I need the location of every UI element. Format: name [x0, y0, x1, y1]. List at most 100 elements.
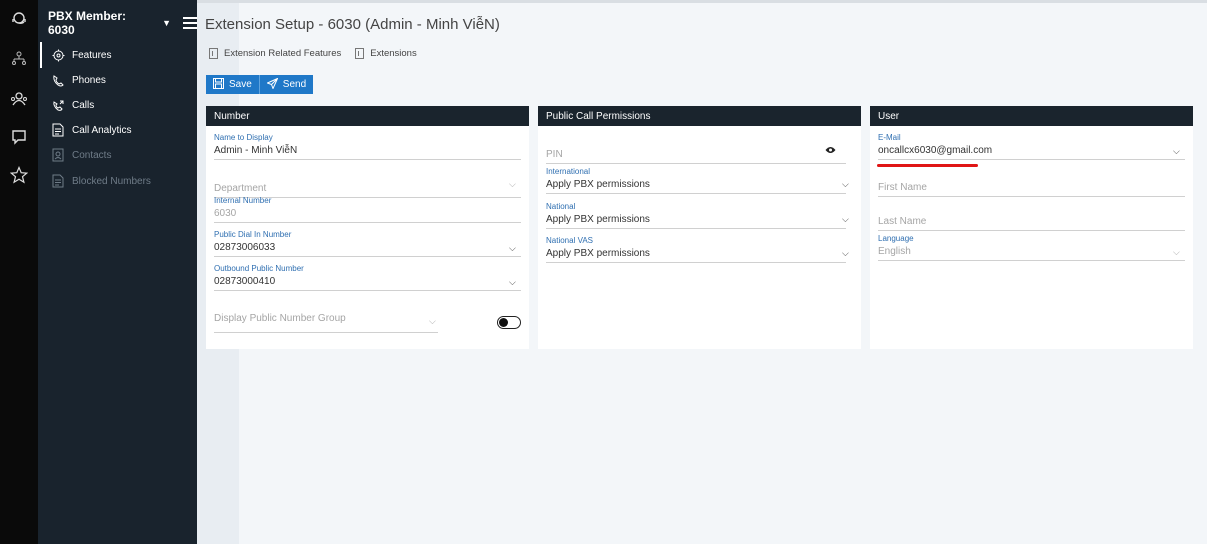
features-icon — [50, 49, 66, 62]
sidebar-item-contacts: Contacts — [38, 145, 197, 165]
name-to-display-field[interactable]: Name to Display Admin - Minh ViễN — [214, 133, 521, 160]
chevron-down-icon[interactable]: ⌵ — [842, 179, 849, 190]
number-panel: Number Name to Display Admin - Minh ViễN… — [206, 106, 529, 349]
public-dial-in-number-select[interactable]: Public Dial In Number 02873006033 — [214, 230, 521, 257]
headset-icon[interactable] — [0, 10, 38, 28]
phone-icon — [50, 74, 66, 87]
page-icon — [355, 48, 365, 59]
save-icon — [213, 77, 224, 92]
field-label: Public Dial In Number — [214, 230, 292, 239]
sidebar-item-calls[interactable]: Calls — [38, 95, 197, 115]
field-label: National — [546, 202, 576, 211]
menu-icon[interactable] — [183, 17, 197, 29]
chevron-down-icon[interactable]: ⌵ — [509, 179, 516, 190]
send-button[interactable]: Send — [259, 75, 314, 94]
sidebar-item-features[interactable]: Features — [38, 42, 197, 68]
pbx-member-label[interactable]: PBX Member: 6030 — [48, 9, 146, 37]
tab-label: Extension Related Features — [224, 48, 342, 59]
field-value: English — [878, 246, 911, 257]
chevron-down-icon[interactable]: ⌵ — [509, 277, 516, 288]
user-panel: User E-Mail oncallcx6030@gmail.com ⌵ Fir… — [870, 106, 1193, 349]
field-value: oncallcx6030@gmail.com — [878, 145, 993, 156]
sidebar-item-label: Features — [72, 49, 112, 61]
save-button[interactable]: Save — [206, 75, 260, 94]
field-placeholder: First Name — [878, 182, 927, 193]
star-icon[interactable] — [0, 166, 38, 184]
field-value: Apply PBX permissions — [546, 248, 650, 259]
chevron-down-icon[interactable]: ⌵ — [1173, 247, 1180, 258]
field-label: International — [546, 167, 591, 176]
chevron-down-icon[interactable]: ⌵ — [842, 214, 849, 225]
field-value: 02873006033 — [214, 242, 276, 253]
field-placeholder: Display Public Number Group — [214, 313, 346, 324]
last-name-field[interactable]: Last Name — [878, 213, 1185, 231]
sidebar-item-label: Call Analytics — [72, 124, 132, 136]
field-value: Apply PBX permissions — [546, 214, 650, 225]
internal-number-field[interactable]: Internal Number 6030 — [214, 196, 521, 223]
email-field[interactable]: E-Mail oncallcx6030@gmail.com — [878, 133, 1185, 160]
field-label: Name to Display — [214, 133, 273, 142]
panel-title: Public Call Permissions — [538, 106, 861, 126]
tab-extensions[interactable]: Extensions — [355, 48, 417, 59]
field-placeholder: Last Name — [878, 216, 927, 227]
analytics-icon — [50, 123, 66, 137]
field-value: 02873000410 — [214, 276, 276, 287]
send-icon — [265, 77, 279, 92]
sidebar-item-label: Phones — [72, 74, 106, 86]
first-name-field[interactable]: First Name — [878, 179, 1185, 197]
org-chart-icon[interactable] — [0, 50, 38, 66]
top-divider — [197, 0, 1207, 3]
field-label: Language — [878, 234, 914, 243]
sidebar-item-label: Calls — [72, 99, 95, 111]
sidebar-item-label: Contacts — [72, 149, 112, 161]
sidebar-item-call-analytics[interactable]: Call Analytics — [38, 120, 197, 140]
field-label: E-Mail — [878, 133, 901, 142]
contacts-icon — [50, 148, 66, 162]
international-select[interactable]: International Apply PBX permissions — [546, 167, 846, 194]
blocked-icon — [50, 174, 66, 188]
send-label: Send — [282, 79, 307, 90]
national-select[interactable]: National Apply PBX permissions — [546, 202, 846, 229]
sidebar-item-phones[interactable]: Phones — [38, 70, 197, 90]
sidebar-item-blocked-numbers: Blocked Numbers — [38, 171, 197, 191]
field-value: Admin - Minh ViễN — [214, 145, 298, 156]
chevron-down-icon[interactable]: ⌵ — [1173, 146, 1180, 157]
pin-field[interactable]: PIN — [546, 146, 846, 164]
language-select[interactable]: Language English — [878, 234, 1185, 261]
field-placeholder: Department — [214, 183, 267, 194]
sidebar-header: PBX Member: 6030 ▼ — [38, 0, 197, 46]
page-title: Extension Setup - 6030 (Admin - Minh Viễ… — [205, 16, 500, 33]
national-vas-select[interactable]: National VAS Apply PBX permissions — [546, 236, 846, 263]
tab-label: Extensions — [370, 48, 417, 59]
main-content: Extension Setup - 6030 (Admin - Minh Viễ… — [197, 0, 1207, 544]
outbound-public-number-select[interactable]: Outbound Public Number 02873000410 — [214, 264, 521, 291]
field-value: Apply PBX permissions — [546, 179, 650, 190]
tab-extension-related-features[interactable]: Extension Related Features — [209, 48, 341, 59]
sidebar-item-label: Blocked Numbers — [72, 175, 151, 187]
chevron-down-icon[interactable]: ⌵ — [509, 243, 516, 254]
field-label: Outbound Public Number — [214, 264, 304, 273]
chevron-down-icon[interactable]: ⌵ — [842, 248, 849, 259]
display-public-number-group-select[interactable]: Display Public Number Group — [214, 310, 438, 333]
sidebar: PBX Member: 6030 ▼ Features Phones Calls… — [38, 0, 197, 544]
breadcrumb-tabs: Extension Related Features Extensions — [209, 48, 417, 59]
chevron-down-icon[interactable]: ⌵ — [429, 316, 436, 327]
field-label: Internal Number — [214, 196, 272, 205]
page-icon — [209, 48, 218, 59]
icon-rail — [0, 0, 38, 544]
panel-title: Number — [206, 106, 529, 126]
public-number-group-toggle[interactable] — [497, 316, 521, 329]
public-call-permissions-panel: Public Call Permissions PIN Internationa… — [538, 106, 861, 349]
eye-icon[interactable] — [825, 146, 836, 156]
red-underline-annotation — [877, 164, 978, 167]
field-placeholder: PIN — [546, 149, 563, 160]
member-dropdown-icon[interactable]: ▼ — [162, 18, 171, 28]
field-value: 6030 — [214, 208, 237, 219]
save-label: Save — [229, 79, 252, 90]
panel-title: User — [870, 106, 1193, 126]
calls-icon — [50, 99, 66, 112]
chat-icon[interactable] — [0, 128, 38, 146]
field-label: National VAS — [546, 236, 593, 245]
action-bar: Save Send — [206, 75, 314, 94]
group-icon[interactable] — [0, 90, 38, 108]
